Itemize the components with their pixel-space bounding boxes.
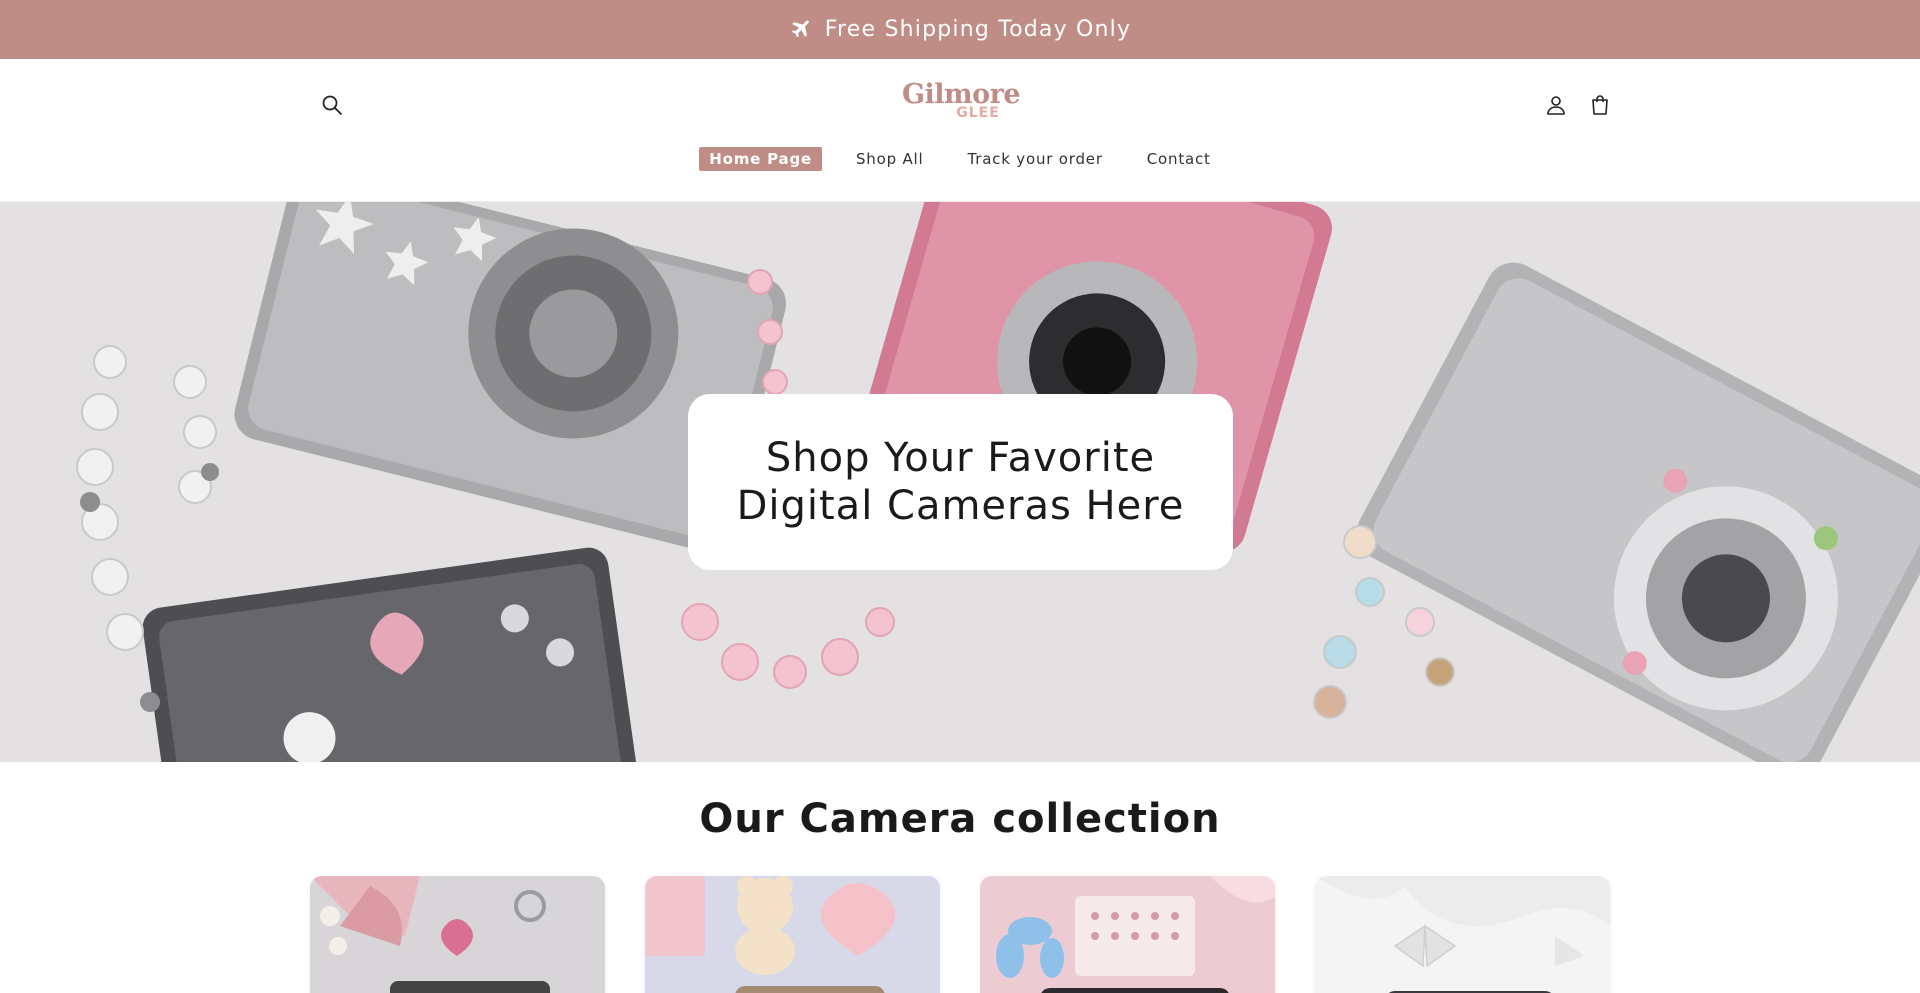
announcement-bar: Free Shipping Today Only (0, 0, 1920, 59)
collection-card[interactable] (310, 876, 605, 993)
hero-heading: Shop Your Favorite Digital Cameras Here (736, 435, 1185, 529)
collection-card[interactable] (980, 876, 1275, 993)
search-button[interactable] (316, 89, 348, 121)
collection-grid (310, 876, 1610, 993)
account-button[interactable] (1540, 89, 1572, 121)
nav-item-shop-all[interactable]: Shop All (846, 147, 934, 171)
hero-text-card: Shop Your Favorite Digital Cameras Here (688, 394, 1233, 570)
site-logo[interactable]: Gilmore GLEE (896, 81, 1026, 127)
main-nav: Home Page Shop All Track your order Cont… (0, 147, 1920, 171)
white-bow-camera-photo (1315, 876, 1610, 993)
nav-item-contact[interactable]: Contact (1137, 147, 1221, 171)
search-icon (322, 95, 342, 115)
hero-banner: Shop Your Favorite Digital Cameras Here (0, 202, 1920, 762)
collection-card[interactable] (645, 876, 940, 993)
nav-item-home[interactable]: Home Page (699, 147, 822, 171)
site-header: Gilmore GLEE Home Page Shop All Track yo… (0, 59, 1920, 202)
user-icon (1547, 96, 1565, 115)
shopping-bag-icon (1592, 95, 1608, 115)
airplane-icon (791, 20, 809, 37)
teddy-bear-heart-camera-photo (645, 876, 940, 993)
nav-item-track-order[interactable]: Track your order (957, 147, 1112, 171)
collection-title: Our Camera collection (699, 796, 1221, 842)
balloon-dog-sticker-camera-photo (980, 876, 1275, 993)
cart-button[interactable] (1584, 89, 1616, 121)
collection-card[interactable] (1315, 876, 1610, 993)
pink-bow-camera-keychain-photo (310, 876, 605, 993)
announcement-text: Free Shipping Today Only (824, 17, 1132, 42)
